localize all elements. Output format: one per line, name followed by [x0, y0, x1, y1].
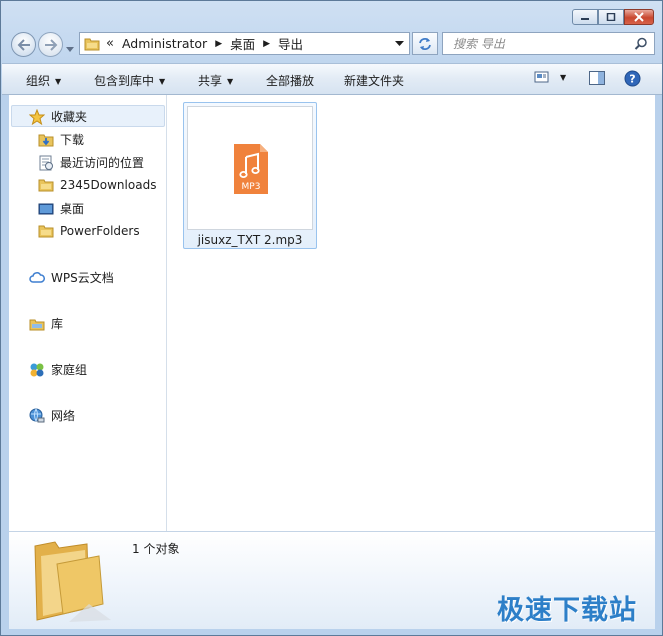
address-overflow[interactable]: « [106, 36, 114, 51]
mp3-badge: MP3 [241, 182, 261, 192]
nav-favorites-label: 收藏夹 [51, 110, 88, 124]
share-label: 共享 [198, 74, 223, 88]
maximize-button[interactable] [598, 9, 624, 25]
preview-pane-icon [589, 71, 605, 85]
details-pane: 1 个对象 极速下载站 [9, 531, 655, 629]
organize-menu[interactable]: 组织 ▼ [26, 72, 61, 89]
nav-wps-cloud[interactable]: WPS云文档 [29, 269, 114, 286]
homegroup-icon [29, 362, 45, 378]
mp3-file-icon [234, 144, 268, 194]
svg-text:?: ? [629, 73, 635, 86]
folder-icon [84, 36, 100, 52]
nav-downloads-label: 下载 [60, 133, 85, 147]
command-bar: 组织 ▼ 包含到库中 ▼ 共享 ▼ 全部播放 新建文件夹 ▼ ? [2, 63, 662, 95]
view-options-button[interactable]: ▼ [534, 70, 566, 84]
star-icon [29, 108, 45, 125]
new-folder-button[interactable]: 新建文件夹 [344, 72, 404, 89]
address-bar[interactable]: « Administrator ▶ 桌面 ▶ 导出 [79, 32, 410, 55]
nav-desktop-label: 桌面 [60, 202, 85, 216]
nav-2345downloads[interactable]: 2345Downloads [38, 177, 156, 193]
nav-recent-places-label: 最近访问的位置 [60, 156, 145, 170]
desktop-icon [38, 201, 54, 217]
address-dropdown-button[interactable] [395, 40, 404, 47]
file-thumbnail: MP3 [187, 106, 313, 230]
refresh-icon [419, 37, 431, 50]
caret-down-icon: ▼ [560, 72, 567, 82]
network-icon [29, 408, 45, 424]
preview-pane-button[interactable] [589, 71, 605, 89]
nav-powerfolders[interactable]: PowerFolders [38, 223, 140, 239]
back-button[interactable] [11, 32, 36, 57]
nav-downloads[interactable]: 下载 [38, 131, 84, 148]
search-input[interactable]: 搜索 导出 [453, 35, 634, 52]
share-menu[interactable]: 共享 ▼ [198, 72, 233, 89]
search-box[interactable]: 搜索 导出 [442, 32, 655, 55]
include-in-library-menu[interactable]: 包含到库中 ▼ [94, 72, 165, 89]
help-icon: ? [624, 70, 641, 87]
caret-down-icon: ▼ [227, 77, 234, 86]
file-list[interactable]: MP3 jisuxz_TXT 2.mp3 [167, 95, 655, 531]
nav-network-label: 网络 [51, 409, 76, 423]
nav-homegroup-label: 家庭组 [51, 363, 88, 377]
close-icon [634, 12, 644, 22]
folder-icon [38, 177, 54, 193]
file-name[interactable]: jisuxz_TXT 2.mp3 [184, 233, 316, 247]
large-folder-icon [34, 541, 111, 622]
explorer-window: « Administrator ▶ 桌面 ▶ 导出 搜索 导出 组织 ▼ 包含到库… [0, 0, 663, 636]
minimize-button[interactable] [572, 9, 598, 25]
nav-homegroup[interactable]: 家庭组 [29, 361, 87, 378]
maximize-icon [606, 13, 616, 21]
nav-libraries-label: 库 [51, 317, 64, 331]
nav-libraries[interactable]: 库 [29, 315, 63, 332]
view-icon [534, 71, 549, 83]
include-in-library-label: 包含到库中 [94, 74, 155, 88]
arrow-left-icon [17, 38, 30, 51]
close-button[interactable] [624, 9, 654, 25]
watermark-text: 极速下载站 [497, 595, 637, 626]
navigation-pane: 收藏夹 下载 最近访问的位置 2345Downloads 桌面 PowerFol… [9, 95, 167, 531]
folder-icon [38, 223, 54, 239]
library-icon [29, 316, 45, 332]
organize-label: 组织 [26, 74, 51, 88]
nav-wps-cloud-label: WPS云文档 [51, 271, 114, 285]
search-icon[interactable] [634, 37, 648, 51]
caret-down-icon: ▼ [159, 77, 166, 86]
arrow-right-icon [44, 38, 57, 51]
chevron-right-icon[interactable]: ▶ [215, 39, 222, 49]
nav-recent-places[interactable]: 最近访问的位置 [38, 154, 144, 171]
nav-network[interactable]: 网络 [29, 407, 75, 424]
cloud-icon [29, 270, 45, 286]
recent-pages-dropdown[interactable] [66, 42, 74, 56]
recent-places-icon [38, 155, 54, 171]
nav-favorites[interactable]: 收藏夹 [29, 108, 87, 125]
item-count: 1 个对象 [132, 542, 180, 556]
file-item[interactable]: MP3 jisuxz_TXT 2.mp3 [183, 102, 317, 249]
chevron-down-icon [395, 40, 404, 46]
nav-2345downloads-label: 2345Downloads [60, 178, 157, 192]
address-segment-export[interactable]: 导出 [278, 34, 303, 53]
forward-button[interactable] [38, 32, 63, 57]
help-button[interactable]: ? [624, 70, 641, 90]
refresh-button[interactable] [412, 32, 438, 55]
minimize-icon [581, 18, 589, 20]
downloads-folder-icon [38, 132, 54, 148]
chevron-down-icon [66, 47, 74, 52]
caret-down-icon: ▼ [55, 77, 62, 86]
chevron-right-icon[interactable]: ▶ [263, 39, 270, 49]
address-segment-administrator[interactable]: Administrator [122, 36, 207, 51]
caption-buttons [572, 9, 654, 25]
nav-powerfolders-label: PowerFolders [60, 224, 140, 238]
nav-desktop[interactable]: 桌面 [38, 200, 84, 217]
play-all-button[interactable]: 全部播放 [266, 72, 314, 89]
address-segment-desktop[interactable]: 桌面 [230, 34, 255, 53]
